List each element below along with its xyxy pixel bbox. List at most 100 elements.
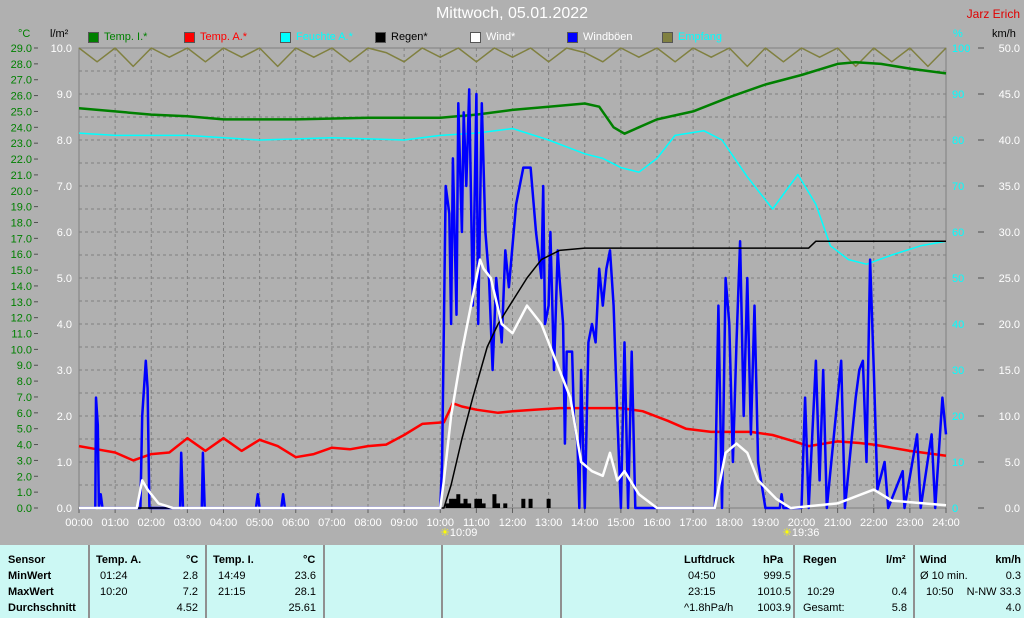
rain-bar <box>521 498 526 508</box>
wind-unit: km/h <box>995 554 1021 566</box>
tick-label-rain: 1.0 <box>57 457 72 469</box>
tick-label-rain: 8.0 <box>57 135 72 147</box>
tick-label-celsius: 15.0 <box>11 265 32 277</box>
tick-label-x: 21:00 <box>824 517 852 529</box>
temp-i-min: 23.6 <box>294 570 316 582</box>
tick-label-celsius: 25.0 <box>11 106 32 118</box>
tick-label-percent: 90 <box>952 89 964 101</box>
wind-avg: 4.0 <box>1005 602 1021 614</box>
legend-item: Windböen <box>567 31 633 43</box>
tick-label-percent: 0 <box>952 503 958 515</box>
tick-label-x: 07:00 <box>318 517 346 529</box>
tick-label-rain: 0.0 <box>57 503 72 515</box>
tick-label-rain: 7.0 <box>57 181 72 193</box>
rain-header: Regen <box>803 554 837 566</box>
sunrise-icon: ☀ <box>440 527 450 539</box>
tick-label-x: 09:00 <box>390 517 418 529</box>
legend-label: Feuchte A.* <box>296 31 353 43</box>
tick-label-rain: 4.0 <box>57 319 72 331</box>
tick-label-celsius: 18.0 <box>11 217 32 229</box>
wind-max: N-NW 33.3 <box>966 586 1021 598</box>
legend-item: Wind* <box>470 31 515 43</box>
legend-swatch <box>88 31 99 43</box>
tick-label-x: 23:00 <box>896 517 924 529</box>
tick-label-x: 14:00 <box>571 517 599 529</box>
wind-avg10: 0.3 <box>1005 570 1021 582</box>
row-min-label: MinWert <box>8 570 52 582</box>
tick-label-kmh: 35.0 <box>999 181 1020 193</box>
axis-unit-rain: l/m² <box>50 28 69 40</box>
tick-label-x: 22:00 <box>860 517 888 529</box>
tick-label-percent: 100 <box>952 43 970 55</box>
pressure-min-time: 04:50 <box>688 570 716 582</box>
tick-label-kmh: 15.0 <box>999 365 1020 377</box>
legend-item: Empfang <box>662 31 722 43</box>
tick-label-x: 19:00 <box>752 517 780 529</box>
tick-label-x: 05:00 <box>246 517 274 529</box>
statistics-table: Sensor MinWert MaxWert Durchschnitt Temp… <box>0 545 1024 618</box>
tick-label-percent: 20 <box>952 411 964 423</box>
tick-label-x: 17:00 <box>679 517 707 529</box>
rain-bar <box>463 498 468 508</box>
legend-swatch <box>184 31 195 43</box>
sunset-icon: ☀ <box>782 527 792 539</box>
tick-label-celsius: 13.0 <box>11 297 32 309</box>
legend-swatch <box>567 31 578 43</box>
tick-label-x: 02:00 <box>137 517 165 529</box>
rain-bar <box>456 494 461 508</box>
tick-label-rain: 5.0 <box>57 273 72 285</box>
rain-bar <box>467 503 472 508</box>
temp-a-min-time: 01:24 <box>100 570 128 582</box>
tick-label-celsius: 10.0 <box>11 344 32 356</box>
temp-i-min-time: 14:49 <box>218 570 246 582</box>
legend-swatch <box>280 31 291 43</box>
tick-label-rain: 3.0 <box>57 365 72 377</box>
tick-label-x: 06:00 <box>282 517 310 529</box>
temp-i-unit: °C <box>303 554 316 566</box>
legend-label: Temp. I.* <box>104 31 148 43</box>
tick-label-celsius: 6.0 <box>17 408 32 420</box>
legend-label: Wind* <box>486 31 516 43</box>
legend-swatch <box>470 31 481 43</box>
row-avg-label: Durchschnitt <box>8 602 76 614</box>
rain-max-time: 10:29 <box>807 586 835 598</box>
temp-a-max-time: 10:20 <box>100 586 128 598</box>
rain-bar <box>445 503 450 508</box>
pressure-header: Luftdruck <box>684 554 735 566</box>
temp-i-max: 28.1 <box>294 586 316 598</box>
tick-label-percent: 50 <box>952 273 964 285</box>
tick-label-rain: 2.0 <box>57 411 72 423</box>
axis-unit-kmh: km/h <box>992 28 1016 40</box>
tick-label-celsius: 3.0 <box>17 455 32 467</box>
tick-label-kmh: 30.0 <box>999 227 1020 239</box>
tick-label-celsius: 27.0 <box>11 75 32 87</box>
tick-label-kmh: 0.0 <box>1005 503 1020 515</box>
legend-item: Temp. A.* <box>184 31 247 43</box>
tick-label-percent: 60 <box>952 227 964 239</box>
sunrise-annotation: ☀10:09 <box>440 526 477 539</box>
tick-label-rain: 10.0 <box>51 43 72 55</box>
rain-total: 5.8 <box>891 602 907 614</box>
tick-label-percent: 40 <box>952 319 964 331</box>
legend-swatch <box>375 31 386 43</box>
legend-item: Regen* <box>375 31 428 43</box>
sensor-header: Sensor <box>8 554 46 566</box>
tick-label-x: 24:00 <box>932 517 960 529</box>
legend-item: Temp. I.* <box>88 31 147 43</box>
chart-title: Mittwoch, 05.01.2022 <box>435 5 589 22</box>
tick-label-rain: 6.0 <box>57 227 72 239</box>
tick-label-x: 08:00 <box>354 517 382 529</box>
rain-max: 0.4 <box>891 586 907 598</box>
tick-label-celsius: 22.0 <box>11 154 32 166</box>
axis-unit-percent: % <box>953 28 963 40</box>
sunset-time: 19:36 <box>791 527 820 539</box>
rain-total-label: Gesamt: <box>803 602 845 614</box>
temp-i-header: Temp. I. <box>213 554 254 566</box>
legend-label: Windböen <box>583 31 633 43</box>
tick-label-x: 04:00 <box>210 517 238 529</box>
row-max-label: MaxWert <box>8 586 54 598</box>
tick-label-celsius: 20.0 <box>11 186 32 198</box>
tick-label-kmh: 50.0 <box>999 43 1020 55</box>
tick-label-x: 13:00 <box>535 517 563 529</box>
wind-avg10-label: Ø 10 min. <box>920 570 968 582</box>
